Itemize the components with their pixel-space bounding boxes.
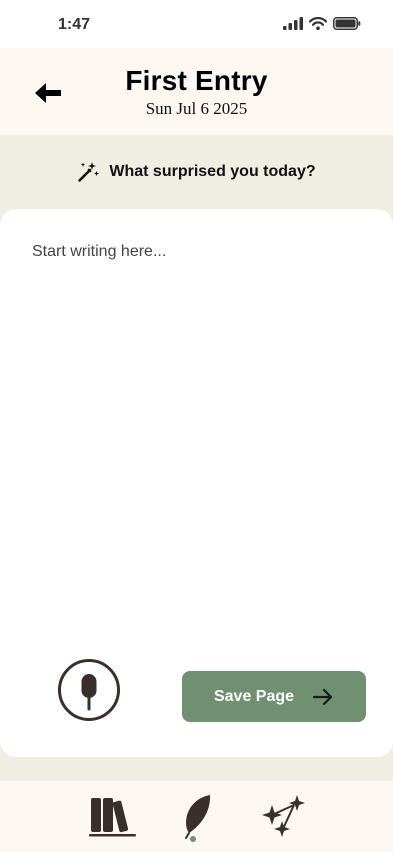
quill-icon — [185, 795, 211, 842]
voice-record-button[interactable] — [58, 659, 120, 721]
library-icon — [89, 798, 136, 837]
status-bar: 1:47 — [0, 0, 393, 48]
tab-library[interactable] — [87, 793, 137, 844]
prompt-bar: What surprised you today? — [0, 135, 393, 209]
entry-date: Sun Jul 6 2025 — [145, 99, 248, 118]
entry-textarea[interactable] — [32, 243, 362, 623]
status-icons — [283, 17, 361, 30]
microphone-icon — [81, 674, 97, 711]
save-page-button[interactable]: Save Page — [182, 671, 366, 722]
signal-icon — [283, 17, 303, 30]
header: First Entry Sun Jul 6 2025 — [0, 48, 393, 135]
journal-prompt: What surprised you today? — [0, 161, 393, 183]
wifi-icon — [309, 17, 327, 30]
magic-wand-icon — [78, 162, 100, 182]
tab-write[interactable] — [180, 793, 216, 848]
tab-insights[interactable] — [260, 793, 308, 846]
bottom-tab-bar — [0, 781, 393, 852]
arrow-right-icon — [312, 688, 333, 705]
prompt-text: What surprised you today? — [109, 163, 316, 180]
page-title: First Entry — [125, 65, 268, 96]
sparkles-icon — [262, 795, 305, 837]
save-page-label: Save Page — [213, 687, 295, 705]
status-time: 1:47 — [58, 16, 91, 33]
battery-icon — [333, 17, 361, 30]
entry-card: Save Page — [0, 209, 393, 757]
